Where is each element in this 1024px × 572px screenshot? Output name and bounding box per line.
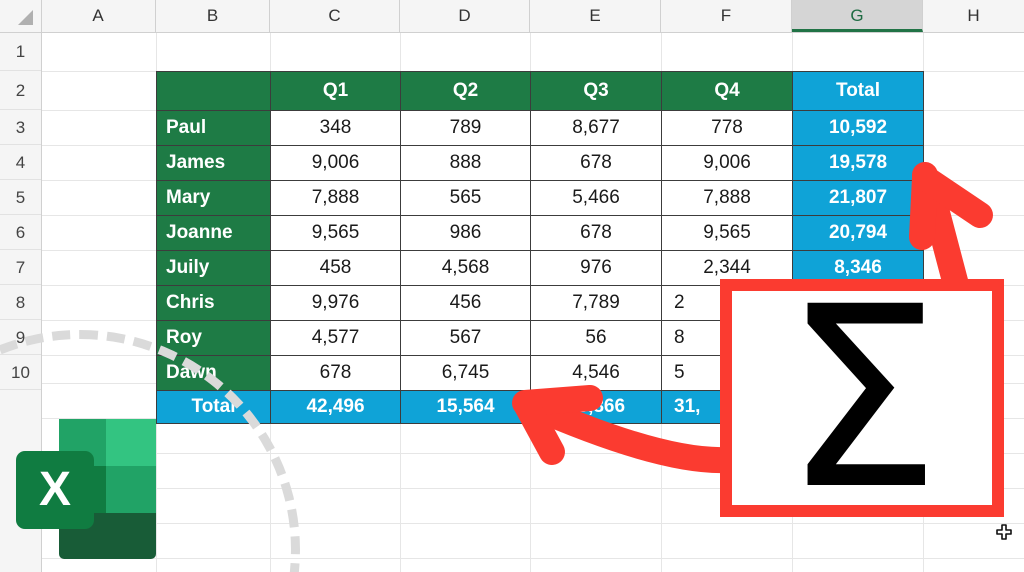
cell-q1[interactable]: 678	[270, 355, 401, 391]
column-label-q2: Q2	[400, 71, 531, 111]
excel-logo-icon: X	[16, 419, 156, 559]
excel-logo-letter: X	[16, 451, 94, 529]
column-label-total: Total	[792, 71, 924, 111]
total-q1[interactable]: 42,496	[270, 390, 401, 424]
cell-q4[interactable]: 778	[661, 110, 793, 146]
excel-logo-band-4	[106, 466, 156, 513]
row-header-2[interactable]: 2	[0, 71, 41, 110]
cell-q2[interactable]: 567	[400, 320, 531, 356]
cell-q3[interactable]: 976	[530, 250, 662, 286]
cell-total[interactable]: 10,592	[792, 110, 924, 146]
excel-screenshot: 1 2 3 4 5 6 7 8 9 10 A B C D E F G H Q1	[0, 0, 1024, 572]
column-header-e[interactable]: E	[530, 0, 661, 32]
row-name: Juily	[156, 250, 271, 286]
table-header-row: Q1 Q2 Q3 Q4 Total	[156, 71, 924, 111]
move-cursor-icon	[996, 524, 1012, 540]
column-header-b[interactable]: B	[156, 0, 270, 32]
column-header-h[interactable]: H	[923, 0, 1024, 32]
cell-q2[interactable]: 986	[400, 215, 531, 251]
table-corner-cell	[156, 71, 271, 111]
select-all-triangle-icon	[18, 10, 33, 25]
cell-q3[interactable]: 56	[530, 320, 662, 356]
cell-q3[interactable]: 678	[530, 145, 662, 181]
table-row[interactable]: James 9,006 888 678 9,006 19,578	[156, 145, 924, 181]
column-label-q4: Q4	[661, 71, 793, 111]
column-header-d[interactable]: D	[400, 0, 530, 32]
row-header-6[interactable]: 6	[0, 215, 41, 250]
cell-total[interactable]: 19,578	[792, 145, 924, 181]
cell-q1[interactable]: 348	[270, 110, 401, 146]
row-header-4[interactable]: 4	[0, 145, 41, 180]
row-header-5[interactable]: 5	[0, 180, 41, 215]
cell-q2[interactable]: 565	[400, 180, 531, 216]
column-header-c[interactable]: C	[270, 0, 400, 32]
cell-q3[interactable]: 4,546	[530, 355, 662, 391]
excel-logo-band-2	[106, 419, 156, 466]
cell-q2[interactable]: 6,745	[400, 355, 531, 391]
cell-q3[interactable]: 7,789	[530, 285, 662, 321]
cell-q3[interactable]: 678	[530, 215, 662, 251]
cell-q4[interactable]: 7,888	[661, 180, 793, 216]
cell-q1[interactable]: 7,888	[270, 180, 401, 216]
row-name: Chris	[156, 285, 271, 321]
cell-q2[interactable]: 4,568	[400, 250, 531, 286]
select-all-corner[interactable]	[0, 0, 42, 32]
cell-q3[interactable]: 5,466	[530, 180, 662, 216]
cell-q3[interactable]: 8,677	[530, 110, 662, 146]
row-name: Mary	[156, 180, 271, 216]
cell-q2[interactable]: 456	[400, 285, 531, 321]
cell-q1[interactable]: 4,577	[270, 320, 401, 356]
cell-q1[interactable]: 9,006	[270, 145, 401, 181]
column-header-f[interactable]: F	[661, 0, 792, 32]
sigma-autosum-symbol: Σ	[783, 252, 941, 544]
row-header-7[interactable]: 7	[0, 250, 41, 285]
total-q3[interactable]: 28,866	[530, 390, 662, 424]
row-name: Joanne	[156, 215, 271, 251]
table-row[interactable]: Joanne 9,565 986 678 9,565 20,794	[156, 215, 924, 251]
cell-q4[interactable]: 9,565	[661, 215, 793, 251]
row-header-8[interactable]: 8	[0, 285, 41, 320]
cell-q1[interactable]: 9,565	[270, 215, 401, 251]
row-header-1[interactable]: 1	[0, 32, 41, 71]
total-q2[interactable]: 15,564	[400, 390, 531, 424]
cell-total[interactable]: 20,794	[792, 215, 924, 251]
column-header-a[interactable]: A	[41, 0, 156, 32]
table-row[interactable]: Mary 7,888 565 5,466 7,888 21,807	[156, 180, 924, 216]
column-label-q1: Q1	[270, 71, 401, 111]
column-header-g[interactable]: G	[792, 0, 923, 32]
cell-q4[interactable]: 9,006	[661, 145, 793, 181]
cell-total[interactable]: 21,807	[792, 180, 924, 216]
cell-q2[interactable]: 789	[400, 110, 531, 146]
sigma-callout-box: Σ	[720, 252, 1004, 544]
column-label-q3: Q3	[530, 71, 662, 111]
cell-q1[interactable]: 9,976	[270, 285, 401, 321]
table-row[interactable]: Paul 348 789 8,677 778 10,592	[156, 110, 924, 146]
row-name: Paul	[156, 110, 271, 146]
row-header-3[interactable]: 3	[0, 110, 41, 145]
row-name: James	[156, 145, 271, 181]
cell-q1[interactable]: 458	[270, 250, 401, 286]
cell-q2[interactable]: 888	[400, 145, 531, 181]
